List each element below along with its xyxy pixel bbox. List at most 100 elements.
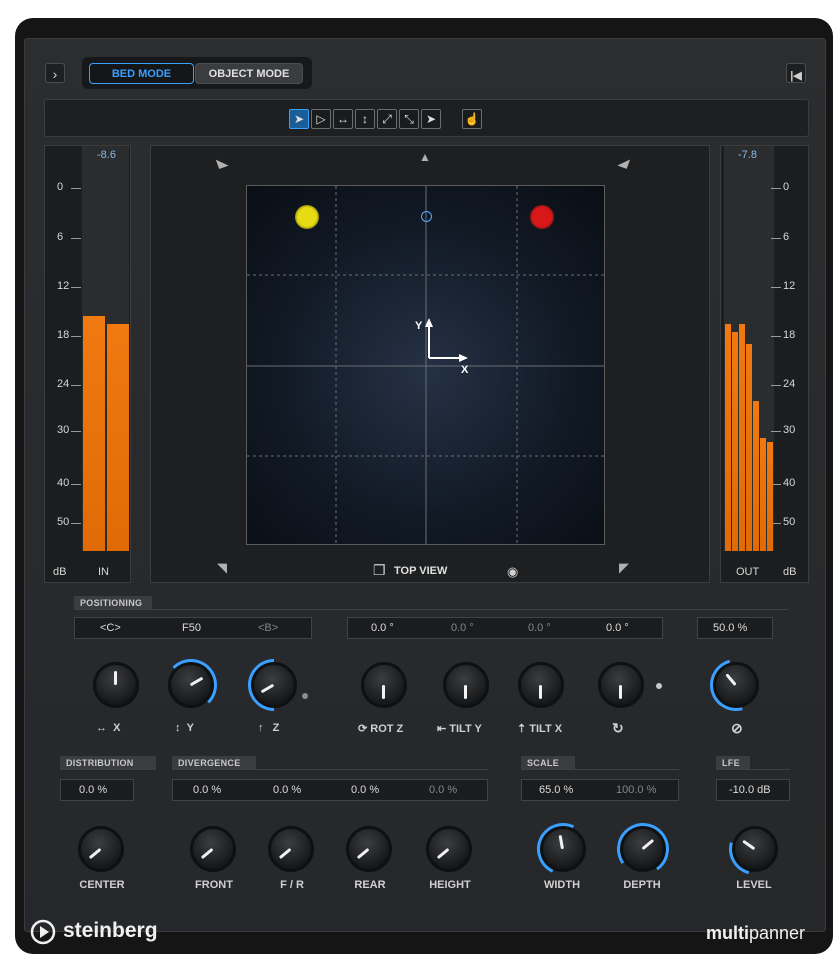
brand-name: steinberg [63, 919, 158, 942]
divergence-section-label: DIVERGENCE [172, 756, 256, 770]
meter-tick [771, 385, 781, 386]
output-out-label: OUT [736, 566, 760, 578]
depth-knob[interactable] [612, 818, 674, 880]
width-knob[interactable] [529, 815, 597, 883]
eye-icon[interactable]: ◉ [507, 564, 518, 580]
meter-scale-label: 50 [783, 516, 796, 528]
fr-knob-label: F / R [280, 879, 304, 891]
tilt-x-icon: ⇡ [517, 723, 527, 735]
select-tool[interactable]: ➤ [289, 109, 309, 129]
tilt-x-value: 0.0 ° [528, 622, 551, 634]
object-mode-button[interactable]: OBJECT MODE [195, 63, 303, 84]
center-position-handle[interactable] [421, 211, 432, 222]
top-view-label[interactable]: TOP VIEW [394, 565, 447, 577]
source-right-handle[interactable] [530, 205, 554, 229]
size-readout[interactable]: 50.0 % [697, 617, 773, 639]
lfe-readout[interactable]: -10.0 dB [716, 779, 790, 801]
pointer-dot-icon: ➤ [425, 112, 437, 126]
meter-scale-label: 30 [783, 424, 796, 436]
z-link-dot[interactable] [302, 693, 308, 699]
input-db-label: dB [53, 566, 67, 578]
meter-tick [71, 431, 81, 432]
roll-knob[interactable] [598, 662, 644, 708]
meter-tick [71, 188, 81, 189]
diag-down-tool[interactable]: ⤡ [399, 109, 419, 129]
source-left-handle[interactable] [295, 205, 319, 229]
meter-tick [71, 484, 81, 485]
vertical-arrows-icon: ↕ [362, 112, 368, 126]
meter-tick [771, 287, 781, 288]
product-name: multipanner [706, 923, 806, 943]
link-tool[interactable]: ☝ [462, 109, 482, 129]
front-value: 0.0 % [193, 784, 222, 796]
scale-section-label: SCALE [521, 756, 575, 770]
height-knob-label: HEIGHT [429, 879, 471, 891]
meter-tick [71, 385, 81, 386]
tilt-y-value: 0.0 ° [451, 622, 474, 634]
roll-link-dot[interactable] [656, 683, 662, 689]
expand-button[interactable]: › [45, 63, 65, 83]
roll-value: 0.0 ° [606, 622, 629, 634]
fr-knob[interactable] [268, 826, 314, 872]
outline-select-tool[interactable]: ▷ [311, 109, 331, 129]
rotate-cw-icon: ↻ [612, 720, 624, 736]
speaker-front-left-icon: ◣ [214, 152, 230, 171]
panner-grid [247, 186, 604, 544]
meter-level-bar [760, 438, 766, 551]
scale-readout[interactable]: 65.0 % 100.0 % [521, 779, 679, 801]
mode-switch: BED MODE OBJECT MODE [82, 57, 312, 89]
size-knob[interactable] [700, 649, 772, 721]
position-x-value: <C> [100, 622, 121, 634]
diagonal-ne-icon: ⤢ [382, 112, 392, 126]
center-knob-label: CENTER [79, 879, 125, 891]
distribution-readout[interactable]: 0.0 % [60, 779, 134, 801]
meter-scale-label: 18 [783, 329, 796, 341]
tilt-x-knob-label: ⇡ TILT X [517, 723, 563, 735]
center-knob[interactable] [78, 826, 124, 872]
meter-scale-label: 18 [57, 329, 70, 341]
bed-mode-button[interactable]: BED MODE [89, 63, 194, 84]
steinberg-logo-icon [30, 919, 56, 945]
meter-level-bar [746, 344, 752, 551]
meter-level-bar [739, 324, 745, 551]
position-readout[interactable]: <C> F50 <B> [74, 617, 312, 639]
skip-start-button[interactable]: |◀ [786, 63, 806, 83]
tilt-x-knob[interactable] [518, 662, 564, 708]
width-value: 65.0 % [539, 784, 574, 796]
meter-tick [771, 336, 781, 337]
tilt-y-icon: ⇤ [437, 723, 447, 735]
rot-z-knob[interactable] [361, 662, 407, 708]
tilt-y-knob-label: ⇤ TILT Y [437, 723, 482, 735]
pointer-z-tool[interactable]: ➤ [421, 109, 441, 129]
tilt-y-knob[interactable] [443, 662, 489, 708]
output-db-label: dB [783, 566, 797, 578]
move-x-tool[interactable]: ↔ [333, 109, 353, 129]
meter-scale-label: 12 [57, 280, 70, 292]
y-knob[interactable] [165, 659, 217, 711]
diag-up-tool[interactable]: ⤢ [377, 109, 397, 129]
meter-scale-label: 40 [783, 477, 796, 489]
meter-tick [771, 188, 781, 189]
z-knob[interactable] [237, 648, 311, 722]
pointer-icon: ➤ [293, 112, 305, 126]
height-knob[interactable] [426, 826, 472, 872]
lfe-level-knob[interactable] [719, 813, 791, 885]
front-knob[interactable] [190, 826, 236, 872]
diagonal-se-icon: ⤡ [404, 112, 414, 126]
divergence-readout[interactable]: 0.0 % 0.0 % 0.0 % 0.0 % [172, 779, 488, 801]
panner-field[interactable]: Y X [246, 185, 605, 545]
circle-slash-icon: ⊘ [731, 720, 743, 736]
up-arrow-icon: ↑ [258, 722, 264, 734]
divergence-divider [172, 769, 488, 770]
rear-knob[interactable] [346, 826, 392, 872]
lfe-level-value: -10.0 dB [729, 784, 771, 796]
move-y-tool[interactable]: ↕ [355, 109, 375, 129]
rotation-readout[interactable]: 0.0 ° 0.0 ° 0.0 ° 0.0 ° [347, 617, 663, 639]
vertical-arrows-icon: ↕ [175, 722, 181, 734]
center-value: 0.0 % [79, 784, 108, 796]
chevron-right-icon: › [52, 66, 58, 82]
positioning-section-label: POSITIONING [74, 596, 152, 610]
x-knob[interactable] [93, 662, 139, 708]
distribution-divider [60, 769, 156, 770]
rear-knob-label: REAR [354, 879, 386, 891]
